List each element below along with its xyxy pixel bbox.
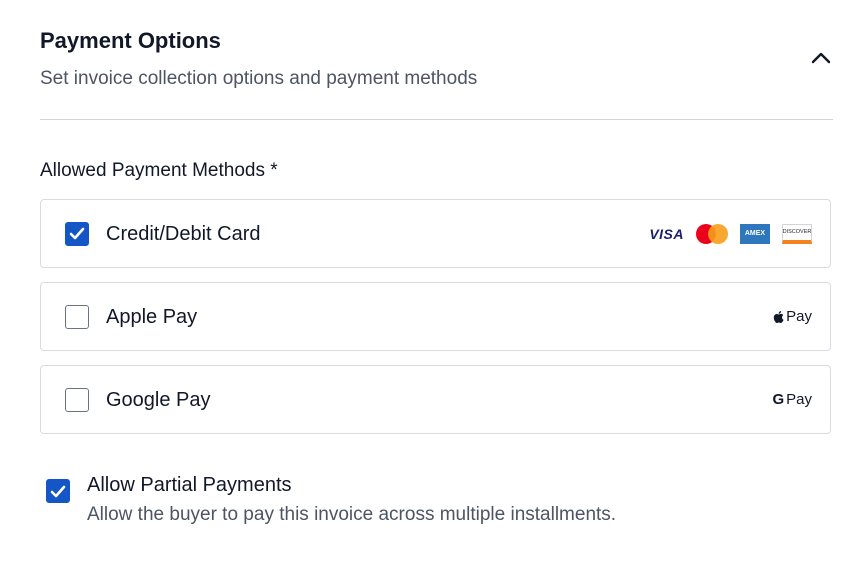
section-subtitle: Set invoice collection options and payme… <box>40 68 478 89</box>
mastercard-icon <box>696 223 728 244</box>
google-pay-logo: G Pay <box>772 391 812 408</box>
allow-partial-payments[interactable]: Allow Partial Payments Allow the buyer t… <box>46 472 616 528</box>
partial-payments-checkbox[interactable] <box>46 479 70 503</box>
payment-method-card-row[interactable]: Credit/Debit Card VISA AMEX DISCOVER <box>40 199 831 268</box>
card-checkbox[interactable] <box>65 221 89 246</box>
apple-pay-checkbox[interactable] <box>65 304 89 329</box>
payment-method-apple-pay-row[interactable]: Apple Pay Pay <box>40 282 831 351</box>
chevron-up-icon <box>811 52 831 64</box>
allowed-payment-methods-label: Allowed Payment Methods * <box>40 160 278 181</box>
payment-options-header: Payment Options Set invoice collection o… <box>40 26 833 92</box>
apple-pay-label: Apple Pay <box>106 305 198 328</box>
google-g-icon: G <box>772 391 785 408</box>
apple-icon <box>773 310 784 323</box>
card-label: Credit/Debit Card <box>106 222 261 245</box>
apple-pay-icon: Pay <box>773 308 812 325</box>
card-brand-logos: VISA AMEX DISCOVER <box>649 223 812 244</box>
partial-payments-title: Allow Partial Payments <box>87 474 292 496</box>
apple-pay-logo: Pay <box>773 308 812 325</box>
collapse-button[interactable] <box>809 46 833 70</box>
check-icon <box>50 485 66 497</box>
section-divider <box>40 119 833 120</box>
discover-icon: DISCOVER <box>782 223 812 244</box>
google-pay-icon: G Pay <box>772 391 812 408</box>
amex-icon: AMEX <box>740 223 770 244</box>
google-pay-text: Pay <box>786 391 812 408</box>
payment-method-google-pay-row[interactable]: Google Pay G Pay <box>40 365 831 434</box>
apple-pay-text: Pay <box>786 308 812 325</box>
google-pay-label: Google Pay <box>106 388 211 411</box>
google-pay-checkbox[interactable] <box>65 387 89 412</box>
section-title: Payment Options <box>40 28 221 53</box>
partial-payments-description: Allow the buyer to pay this invoice acro… <box>87 504 617 525</box>
check-icon <box>69 227 85 240</box>
visa-icon: VISA <box>649 225 684 242</box>
